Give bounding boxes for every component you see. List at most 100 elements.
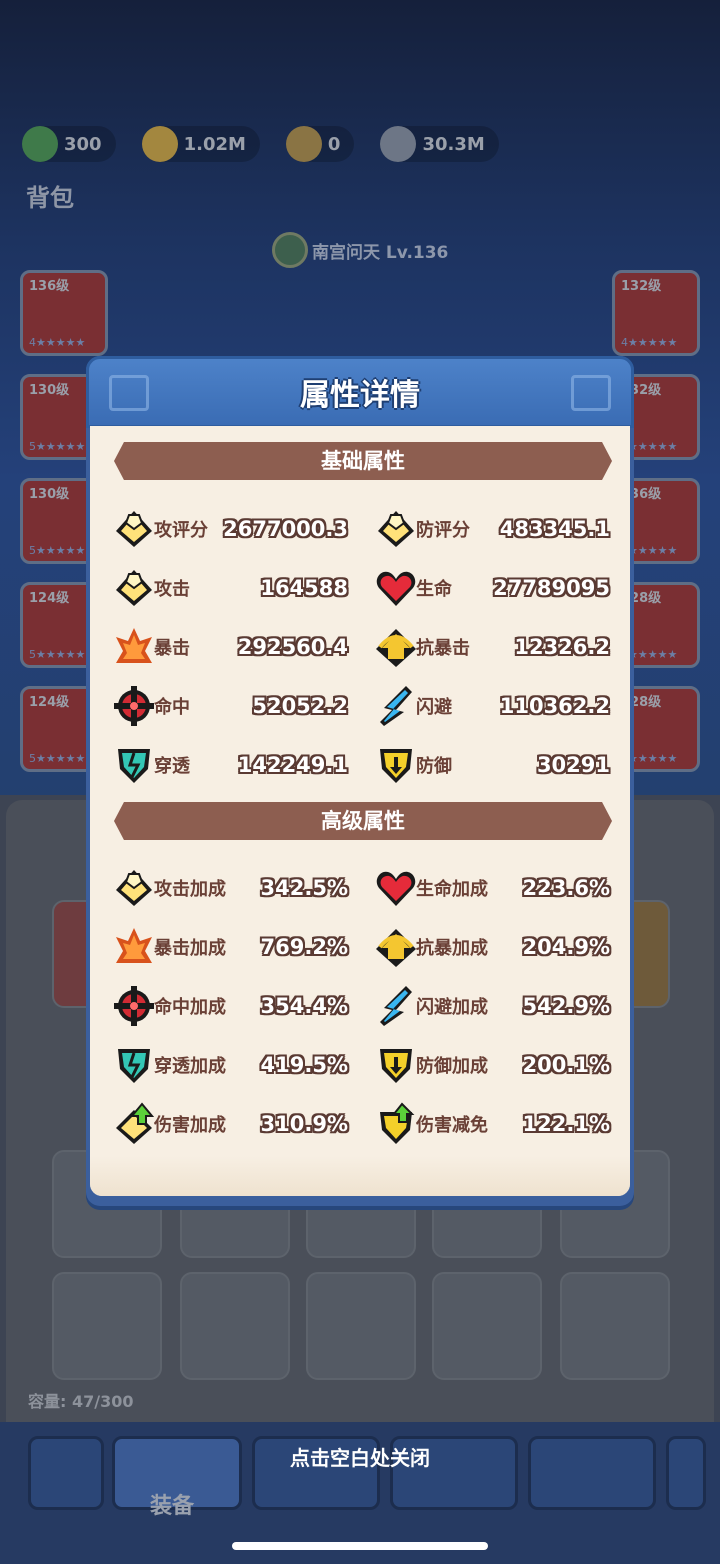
currency-silver[interactable]: 30.3M xyxy=(380,126,499,162)
currency-value: 1.02M xyxy=(183,133,246,155)
bag-cell[interactable] xyxy=(560,1272,670,1380)
gold-coin-icon xyxy=(141,126,178,162)
currency-value: 0 xyxy=(327,133,341,155)
pierce-shield-icon xyxy=(112,743,156,787)
stat-name: 防御加成 xyxy=(416,1056,488,1077)
stat-value: 769.2% xyxy=(260,935,348,959)
equip-slot-left-1[interactable]: 136级 4★★★★★ xyxy=(20,270,108,356)
stat-row: 抗暴加成 204.9% xyxy=(374,922,610,972)
bronze-coin-icon xyxy=(285,126,322,162)
bag-capacity: 容量: 47/300 xyxy=(28,1392,134,1411)
bag-cell[interactable] xyxy=(180,1272,290,1380)
heart-icon xyxy=(374,566,418,610)
stat-row: 命中 52052.2 xyxy=(112,681,348,731)
ground-decoration xyxy=(90,1156,630,1196)
currency-value: 300 xyxy=(64,133,102,155)
stat-name: 攻击加成 xyxy=(154,879,226,900)
stat-row: 穿透 142249.1 xyxy=(112,740,348,790)
stat-value: 310.9% xyxy=(260,1112,348,1136)
damage-reduce-icon xyxy=(374,1102,418,1146)
stat-name: 攻评分 xyxy=(154,520,208,541)
stat-row: 暴击 292560.4 xyxy=(112,622,348,672)
defense-shield-icon xyxy=(374,1043,418,1087)
stat-value: 142249.1 xyxy=(237,753,348,777)
slot-level: 132级 xyxy=(621,279,662,294)
basic-section-banner: 基础属性 xyxy=(114,442,612,480)
stat-value: 223.6% xyxy=(522,876,610,900)
stat-value: 483345.1 xyxy=(499,517,610,541)
slot-level: 124级 xyxy=(29,591,70,606)
stat-value: 292560.4 xyxy=(237,635,348,659)
stat-value: 342.5% xyxy=(260,876,348,900)
stat-value: 2677000.3 xyxy=(223,517,348,541)
stat-value: 12326.2 xyxy=(514,635,610,659)
stat-name: 攻击 xyxy=(154,579,190,600)
crit-resist-icon xyxy=(374,925,418,969)
slot-stars: 5★★★★★ xyxy=(29,752,86,765)
stat-name: 闪避加成 xyxy=(416,997,488,1018)
stat-row: 伤害减免 122.1% xyxy=(374,1099,610,1149)
close-hint[interactable]: 点击空白处关闭 xyxy=(0,1442,720,1471)
slot-stars: 4★★★★★ xyxy=(621,336,678,349)
stat-name: 防御 xyxy=(416,756,452,777)
stat-value: 30291 xyxy=(536,753,610,777)
attack-rating-icon xyxy=(112,507,156,551)
stat-row: 防评分 483345.1 xyxy=(374,504,610,554)
dialog-body: 基础属性 攻评分 2677000.3 防评分 483345.1 攻击 164588 生命 27… xyxy=(90,426,630,1196)
bag-cell[interactable] xyxy=(52,1272,162,1380)
basic-section-title: 基础属性 xyxy=(321,449,405,473)
bag-cell[interactable] xyxy=(306,1272,416,1380)
currency-value: 30.3M xyxy=(422,133,485,155)
slot-stars: 4★★★★★ xyxy=(29,336,86,349)
crosshair-icon xyxy=(112,684,156,728)
defense-rating-icon xyxy=(374,507,418,551)
crit-resist-icon xyxy=(374,625,418,669)
dialog-title: 属性详情 xyxy=(300,378,420,413)
bag-cell[interactable] xyxy=(432,1272,542,1380)
stat-value: 52052.2 xyxy=(252,694,348,718)
stat-row: 伤害加成 310.9% xyxy=(112,1099,348,1149)
stat-name: 穿透加成 xyxy=(154,1056,226,1077)
stat-value: 354.4% xyxy=(260,994,348,1018)
home-indicator[interactable] xyxy=(232,1542,488,1550)
stat-name: 命中 xyxy=(154,697,190,718)
slot-level: 124级 xyxy=(29,695,70,710)
stat-value: 204.9% xyxy=(522,935,610,959)
stat-name: 生命加成 xyxy=(416,879,488,900)
stat-row: 穿透加成 419.5% xyxy=(112,1040,348,1090)
defense-shield-icon xyxy=(374,743,418,787)
currency-bronze[interactable]: 0 xyxy=(285,126,355,162)
equip-slot-right-1[interactable]: 132级 4★★★★★ xyxy=(612,270,700,356)
stat-row: 闪避加成 542.9% xyxy=(374,981,610,1031)
stat-name: 伤害减免 xyxy=(416,1115,488,1136)
stat-row: 防御 30291 xyxy=(374,740,610,790)
stat-row: 生命加成 223.6% xyxy=(374,863,610,913)
currency-gem[interactable]: 300 xyxy=(22,126,116,162)
stat-row: 攻击 164588 xyxy=(112,563,348,613)
slot-stars: 5★★★★★ xyxy=(29,648,86,661)
stat-value: 122.1% xyxy=(522,1112,610,1136)
stat-name: 暴击加成 xyxy=(154,938,226,959)
slot-level: 130级 xyxy=(29,383,70,398)
damage-up-icon xyxy=(112,1102,156,1146)
currency-gold[interactable]: 1.02M xyxy=(141,126,260,162)
stat-row: 防御加成 200.1% xyxy=(374,1040,610,1090)
silver-coin-icon xyxy=(380,126,417,162)
stat-value: 200.1% xyxy=(522,1053,610,1077)
hero-name-plate: 南宫问天 Lv.136 xyxy=(272,232,448,268)
stat-value: 542.9% xyxy=(522,994,610,1018)
hero-name: 南宫问天 Lv.136 xyxy=(312,242,449,263)
stat-row: 攻击加成 342.5% xyxy=(112,863,348,913)
stat-value: 419.5% xyxy=(260,1053,348,1077)
advanced-section-title: 高级属性 xyxy=(321,809,405,833)
stat-row: 生命 27789095 xyxy=(374,563,610,613)
dodge-icon xyxy=(374,684,418,728)
stat-name: 防评分 xyxy=(416,520,470,541)
stat-name: 抗暴击 xyxy=(416,638,470,659)
hero-emblem-icon xyxy=(272,232,308,268)
currency-bar: 300 1.02M 0 30.3M xyxy=(22,126,499,162)
attribute-dialog: 属性详情 基础属性 攻评分 2677000.3 防评分 483345.1 攻击 16458… xyxy=(86,356,634,1206)
attack-icon xyxy=(112,566,156,610)
pierce-shield-icon xyxy=(112,1043,156,1087)
bag-title: 背包 xyxy=(26,184,74,212)
